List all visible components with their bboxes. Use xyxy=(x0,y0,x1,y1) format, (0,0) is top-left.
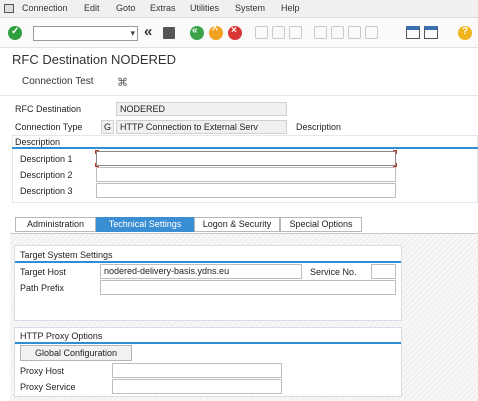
application-toolbar: Connection Test ⌘ xyxy=(0,70,478,96)
description-section-title: Description xyxy=(15,137,61,147)
title-bar: RFC Destination NODERED xyxy=(0,48,478,70)
first-page-icon xyxy=(314,26,327,39)
menu-help[interactable]: Help xyxy=(281,3,300,13)
help-icon[interactable]: ? xyxy=(458,26,472,40)
description-section-divider xyxy=(12,147,478,149)
save-icon[interactable] xyxy=(163,27,175,39)
target-system-title: Target System Settings xyxy=(20,250,113,260)
shortcut-icon[interactable] xyxy=(424,26,438,39)
proxy-service-label: Proxy Service xyxy=(20,382,76,392)
tab-special-options[interactable]: Special Options xyxy=(280,217,362,232)
double-left-chevron-icon[interactable]: « xyxy=(144,23,152,40)
previous-page-icon xyxy=(331,26,344,39)
rfc-destination-field: NODERED xyxy=(116,102,287,116)
print-icon xyxy=(255,26,268,39)
path-prefix-label: Path Prefix xyxy=(20,283,65,293)
menu-edit[interactable]: Edit xyxy=(84,3,100,13)
menu-icon[interactable] xyxy=(4,4,14,13)
menu-bar: Connection Edit Goto Extras Utilities Sy… xyxy=(0,0,478,18)
focus-corner-tl xyxy=(95,150,99,154)
cancel-icon[interactable]: × xyxy=(228,25,242,40)
create-session-icon[interactable] xyxy=(406,26,420,39)
connection-test-button[interactable]: Connection Test xyxy=(22,76,94,87)
description-1-label: Description 1 xyxy=(20,154,73,164)
next-page-icon xyxy=(348,26,361,39)
connection-type-code-field: G xyxy=(101,120,114,134)
chevron-down-icon[interactable]: ▾ xyxy=(130,28,135,39)
connection-type-field: HTTP Connection to External Serv xyxy=(116,120,287,134)
service-no-field[interactable] xyxy=(371,264,396,279)
menu-connection[interactable]: Connection xyxy=(22,3,68,13)
menu-extras[interactable]: Extras xyxy=(150,3,176,13)
global-configuration-button[interactable]: Global Configuration xyxy=(20,345,132,361)
find-next-icon xyxy=(289,26,302,39)
glasses-icon[interactable]: ⌘ xyxy=(117,76,128,89)
description-short-label: Description xyxy=(296,122,342,132)
find-icon xyxy=(272,26,285,39)
enter-check-icon[interactable]: ✓ xyxy=(8,26,22,40)
standard-toolbar: ✓ ▾ « « ^ × ? xyxy=(0,18,478,48)
description-3-label: Description 3 xyxy=(20,186,73,196)
menu-utilities[interactable]: Utilities xyxy=(190,3,219,13)
target-host-field[interactable]: nodered-delivery-basis.ydns.eu xyxy=(100,264,302,279)
menu-goto[interactable]: Goto xyxy=(116,3,136,13)
target-host-label: Target Host xyxy=(20,267,67,277)
proxy-title: HTTP Proxy Options xyxy=(20,331,103,341)
menu-system[interactable]: System xyxy=(235,3,265,13)
exit-icon[interactable]: ^ xyxy=(209,25,223,40)
rfc-destination-label: RFC Destination xyxy=(15,104,82,114)
service-no-label: Service No. xyxy=(310,267,357,277)
tab-logon-security[interactable]: Logon & Security xyxy=(194,217,280,232)
description-2-field[interactable] xyxy=(96,167,396,182)
connection-type-label: Connection Type xyxy=(15,122,83,132)
focus-corner-tr xyxy=(393,150,397,154)
path-prefix-field[interactable] xyxy=(100,280,396,295)
back-icon[interactable]: « xyxy=(190,25,204,40)
last-page-icon xyxy=(365,26,378,39)
proxy-service-field[interactable] xyxy=(112,379,282,394)
command-field[interactable]: ▾ xyxy=(33,26,138,41)
tab-technical-settings[interactable]: Technical Settings xyxy=(96,217,194,232)
target-system-divider xyxy=(15,261,401,263)
description-3-field[interactable] xyxy=(96,183,396,198)
proxy-divider xyxy=(15,342,401,344)
page-title: RFC Destination NODERED xyxy=(12,52,176,67)
description-2-label: Description 2 xyxy=(20,170,73,180)
proxy-host-field[interactable] xyxy=(112,363,282,378)
proxy-host-label: Proxy Host xyxy=(20,366,65,376)
description-1-field[interactable] xyxy=(96,151,396,166)
tab-administration[interactable]: Administration xyxy=(15,217,96,232)
